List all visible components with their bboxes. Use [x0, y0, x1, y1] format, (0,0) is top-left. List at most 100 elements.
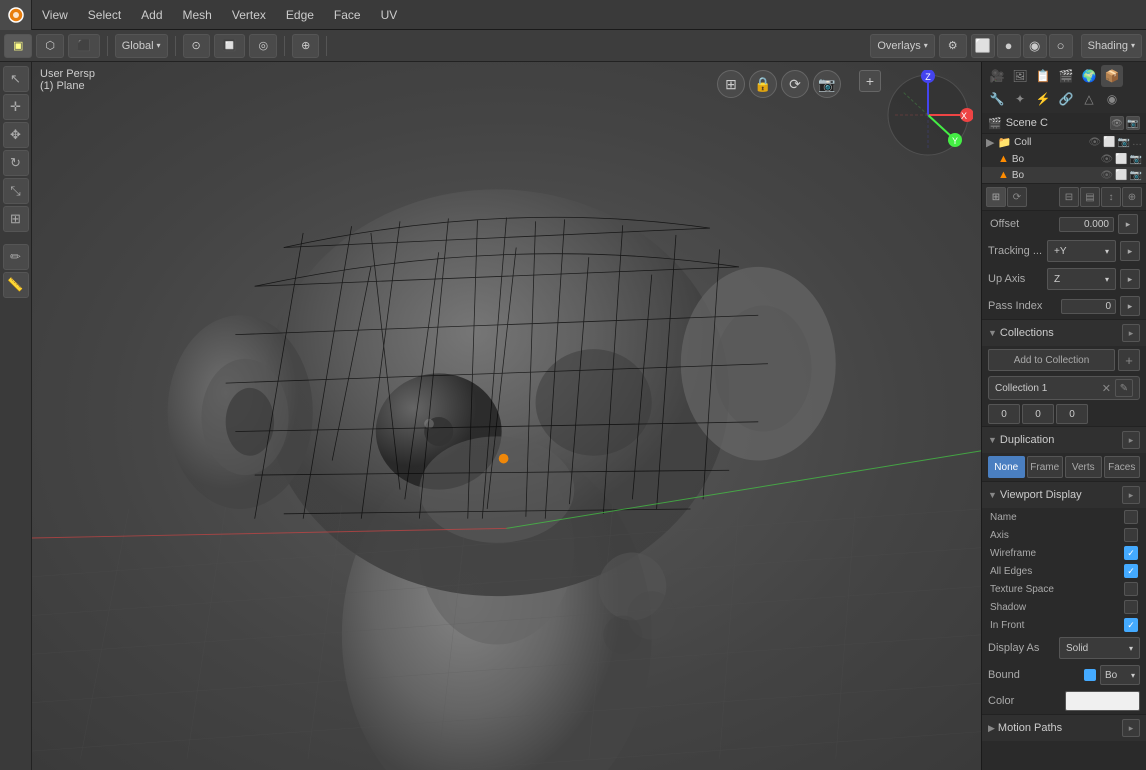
collections-collapse-btn[interactable]: ▸ — [1122, 324, 1140, 342]
proportional-edit[interactable]: ⊙ — [183, 34, 210, 58]
data-icon[interactable]: △ — [1078, 88, 1100, 110]
scene-render-btn[interactable]: 📷 — [1126, 116, 1140, 130]
camera-view-btn[interactable]: 📷 — [813, 70, 841, 98]
coll-viewport-icon[interactable]: ⬜ — [1103, 137, 1115, 148]
dup-frame-btn[interactable]: Frame — [1027, 456, 1064, 478]
app-logo[interactable] — [0, 0, 32, 30]
menu-face[interactable]: Face — [324, 0, 371, 30]
cursor-tool[interactable]: ✛ — [3, 94, 29, 120]
shading-dropdown[interactable]: Shading ▾ — [1081, 34, 1142, 58]
bound-dropdown[interactable]: Bo ▾ — [1100, 665, 1140, 685]
mode-vertex-select[interactable]: ▣ — [4, 34, 32, 58]
transform-tool[interactable]: ⊞ — [3, 206, 29, 232]
up-axis-dropdown[interactable]: Z ▾ — [1047, 268, 1116, 290]
rotate-tool[interactable]: ↻ — [3, 150, 29, 176]
output-props-icon[interactable]: 🖼 — [1009, 65, 1031, 87]
menu-mesh[interactable]: Mesh — [173, 0, 222, 30]
collection1-edit-btn[interactable]: ✎ — [1115, 379, 1133, 397]
annotate-tool[interactable]: ✏ — [3, 244, 29, 270]
bo1-viewport-icon[interactable]: ⬜ — [1115, 154, 1127, 165]
view-layer-icon[interactable]: 📋 — [1032, 65, 1054, 87]
scene-props-icon[interactable]: 🎬 — [1055, 65, 1077, 87]
sub-icon-6[interactable]: ⊕ — [1122, 187, 1142, 207]
constraints-icon[interactable]: 🔗 — [1055, 88, 1077, 110]
material-icon[interactable]: ◉ — [1101, 88, 1123, 110]
vpd-wireframe-check[interactable]: ✓ — [1124, 546, 1138, 560]
coll-more-icon[interactable]: … — [1132, 137, 1142, 148]
collections-header[interactable]: ▼ Collections ▸ — [982, 319, 1146, 346]
coll-num-3[interactable] — [1056, 404, 1088, 424]
transform-pivot[interactable]: ◎ — [249, 34, 277, 58]
bo2-render-icon[interactable]: 📷 — [1130, 170, 1142, 181]
mode-edge-select[interactable]: ⬡ — [36, 34, 64, 58]
material-mode[interactable]: ◉ — [1023, 34, 1047, 58]
vpd-alledges-check[interactable]: ✓ — [1124, 564, 1138, 578]
vpd-name-check[interactable] — [1124, 510, 1138, 524]
render-props-icon[interactable]: 🎥 — [986, 65, 1008, 87]
color-swatch[interactable] — [1065, 691, 1140, 711]
move-tool[interactable]: ✥ — [3, 122, 29, 148]
select-tool[interactable]: ↖ — [3, 66, 29, 92]
coll-eye-icon[interactable]: 👁 — [1088, 137, 1101, 148]
object-props-icon[interactable]: 📦 — [1101, 65, 1123, 87]
offset-input[interactable] — [1059, 217, 1114, 232]
menu-uv[interactable]: UV — [371, 0, 408, 30]
overlays-dropdown[interactable]: Overlays ▾ — [870, 34, 934, 58]
coll-num-1[interactable] — [988, 404, 1020, 424]
pass-index-tri-btn[interactable]: ▸ — [1120, 296, 1140, 316]
scene-eye-btn[interactable]: 👁 — [1110, 116, 1124, 130]
menu-vertex[interactable]: Vertex — [222, 0, 276, 30]
dup-verts-btn[interactable]: Verts — [1065, 456, 1102, 478]
menu-add[interactable]: Add — [131, 0, 172, 30]
motion-paths-collapse-btn[interactable]: ▸ — [1122, 719, 1140, 737]
bound-color-dot[interactable] — [1084, 669, 1096, 681]
sub-icon-2[interactable]: ⟳ — [1007, 187, 1027, 207]
collection1-remove-btn[interactable]: ✕ — [1102, 382, 1111, 395]
bo2-viewport-icon[interactable]: ⬜ — [1115, 170, 1127, 181]
duplication-header[interactable]: ▼ Duplication ▸ — [982, 426, 1146, 453]
coll-num-2[interactable] — [1022, 404, 1054, 424]
physics-icon[interactable]: ⚡ — [1032, 88, 1054, 110]
scale-tool[interactable]: ⤡ — [3, 178, 29, 204]
menu-view[interactable]: View — [32, 0, 78, 30]
vpd-texspace-check[interactable] — [1124, 582, 1138, 596]
sub-icon-3[interactable]: ⊟ — [1059, 187, 1079, 207]
menu-select[interactable]: Select — [78, 0, 131, 30]
snap-toggle[interactable]: 🔲 — [214, 34, 246, 58]
persp-ortho-btn[interactable]: ⟳ — [781, 70, 809, 98]
sub-icon-1[interactable]: ⊞ — [986, 187, 1006, 207]
viewport-display-collapse-btn[interactable]: ▸ — [1122, 486, 1140, 504]
viewport-add-btn[interactable]: + — [859, 70, 881, 92]
transform-gizmo[interactable]: ⊕ — [292, 34, 319, 58]
dup-faces-btn[interactable]: Faces — [1104, 456, 1141, 478]
pass-index-input[interactable] — [1061, 299, 1116, 314]
global-dropdown[interactable]: Global ▾ — [115, 34, 168, 58]
mode-face-select[interactable]: ⬛ — [68, 34, 100, 58]
display-as-dropdown[interactable]: Solid ▾ — [1059, 637, 1140, 659]
up-axis-tri-btn[interactable]: ▸ — [1120, 269, 1140, 289]
vpd-infront-check[interactable]: ✓ — [1124, 618, 1138, 632]
sub-icon-4[interactable]: ▤ — [1080, 187, 1100, 207]
offset-tri-btn[interactable]: ▸ — [1118, 214, 1138, 234]
viewport-display-header[interactable]: ▼ Viewport Display ▸ — [982, 481, 1146, 508]
vpd-axis-check[interactable] — [1124, 528, 1138, 542]
wireframe-mode[interactable]: ⬜ — [971, 34, 995, 58]
render-mode[interactable]: ○ — [1049, 34, 1073, 58]
add-to-collection-btn[interactable]: Add to Collection — [988, 349, 1115, 371]
viewport-gizmo[interactable]: X Y Z — [883, 70, 973, 160]
modifier-props-icon[interactable]: 🔧 — [986, 88, 1008, 110]
sub-icon-5[interactable]: ↕ — [1101, 187, 1121, 207]
world-props-icon[interactable]: 🌍 — [1078, 65, 1100, 87]
add-collection-plus-btn[interactable]: + — [1118, 349, 1140, 371]
menu-edge[interactable]: Edge — [276, 0, 324, 30]
vpd-shadow-check[interactable] — [1124, 600, 1138, 614]
dup-none-btn[interactable]: None — [988, 456, 1025, 478]
measure-tool[interactable]: 📏 — [3, 272, 29, 298]
view-menu-btn[interactable]: ⊞ — [717, 70, 745, 98]
tracking-tri-btn[interactable]: ▸ — [1120, 241, 1140, 261]
bo1-render-icon[interactable]: 📷 — [1130, 154, 1142, 165]
coll-render-icon[interactable]: 📷 — [1118, 137, 1130, 148]
bo1-eye-icon[interactable]: 👁 — [1100, 154, 1113, 165]
bo2-eye-icon[interactable]: 👁 — [1100, 170, 1113, 181]
tracking-dropdown[interactable]: +Y ▾ — [1047, 240, 1116, 262]
